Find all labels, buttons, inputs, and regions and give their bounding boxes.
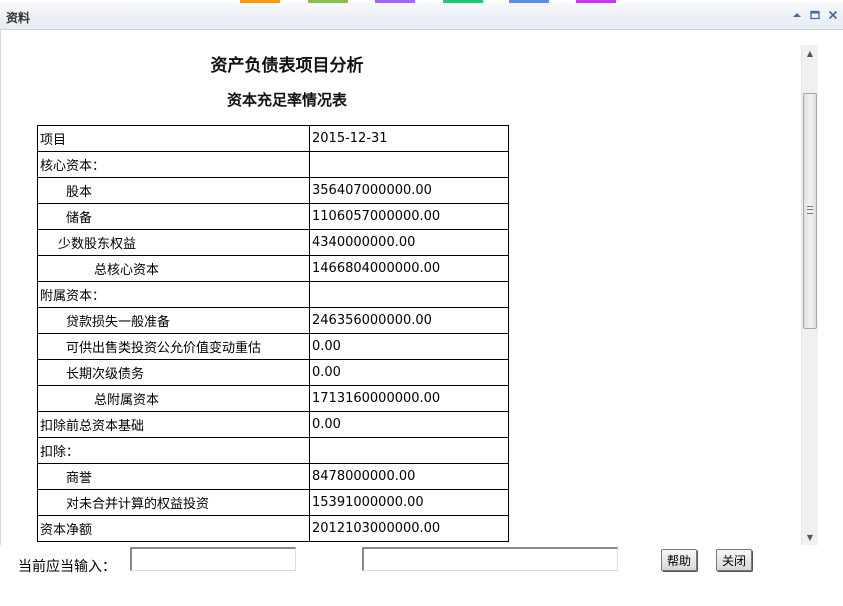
close-button[interactable]: 关闭 [716, 549, 752, 571]
panel-tools [791, 9, 839, 21]
row-label: 对未合并计算的权益投资 [37, 489, 310, 516]
row-value: 15391000000.00 [309, 489, 509, 516]
input-bar: 当前应当输入： 帮助 关闭 [0, 545, 843, 606]
row-label: 项目 [37, 125, 310, 152]
row-label: 可供出售类投资公允价值变动重估 [37, 333, 310, 360]
panel-header: 资料 [0, 3, 843, 30]
row-value: 0.00 [309, 359, 509, 386]
table-row: 可供出售类投资公允价值变动重估 0.00 [37, 333, 509, 360]
row-value [309, 437, 509, 464]
table-row: 少数股东权益 4340000000.00 [37, 229, 509, 256]
row-value: 4340000000.00 [309, 229, 509, 256]
maximize-icon[interactable] [809, 9, 821, 21]
row-label: 储备 [37, 203, 310, 230]
scroll-down-icon[interactable]: ▼ [802, 529, 818, 545]
row-label: 核心资本： [37, 151, 310, 178]
table-row: 资本净额 2012103000000.00 [37, 515, 509, 542]
panel-title: 资料 [6, 11, 31, 25]
row-label: 长期次级债务 [37, 359, 310, 386]
table-row: 长期次级债务 0.00 [37, 359, 509, 386]
row-label: 扣除： [37, 437, 310, 464]
table-row: 总附属资本 1713160000000.00 [37, 385, 509, 412]
minimize-icon[interactable] [791, 9, 803, 21]
row-label: 贷款损失一般准备 [37, 307, 310, 334]
table-row: 总核心资本 1466804000000.00 [37, 255, 509, 282]
row-label: 商誉 [37, 463, 310, 490]
row-value: 2012103000000.00 [309, 515, 509, 542]
row-value: 1713160000000.00 [309, 385, 509, 412]
report-title: 资产负债表项目分析 [210, 56, 364, 76]
table-row: 附属资本： [37, 281, 509, 308]
table-row: 贷款损失一般准备 246356000000.00 [37, 307, 509, 334]
table-row: 股本 356407000000.00 [37, 177, 509, 204]
table-row: 扣除： [37, 437, 509, 464]
close-icon[interactable] [827, 9, 839, 21]
content-viewport[interactable]: 资产负债表项目分析 资本充足率情况表 项目 2015-12-31 核心资本： 股本 35… [0, 30, 843, 545]
input-label: 当前应当输入： [18, 559, 116, 575]
report-subtitle: 资本充足率情况表 [226, 91, 347, 109]
row-label: 资本净额 [37, 515, 310, 542]
row-value: 356407000000.00 [309, 177, 509, 204]
row-value: 1106057000000.00 [309, 203, 509, 230]
row-label: 少数股东权益 [37, 229, 310, 256]
row-value: 0.00 [309, 411, 509, 438]
row-value: 2015-12-31 [309, 125, 509, 152]
row-value: 1466804000000.00 [309, 255, 509, 282]
row-value: 0.00 [309, 333, 509, 360]
scroll-up-icon[interactable]: ▲ [802, 45, 818, 61]
table-row: 项目 2015-12-31 [37, 125, 509, 152]
capital-adequacy-table: 项目 2015-12-31 核心资本： 股本 356407000000.00 储备 1106… [37, 125, 509, 542]
row-value: 8478000000.00 [309, 463, 509, 490]
row-value [309, 151, 509, 178]
row-label: 扣除前总资本基础 [37, 411, 310, 438]
row-value [309, 281, 509, 308]
table-row: 储备 1106057000000.00 [37, 203, 509, 230]
row-label: 股本 [37, 177, 310, 204]
answer-input-2[interactable] [362, 547, 618, 571]
row-label: 总附属资本 [37, 385, 310, 412]
row-label: 总核心资本 [37, 255, 310, 282]
table-row: 扣除前总资本基础 0.00 [37, 411, 509, 438]
help-button[interactable]: 帮助 [661, 549, 697, 571]
row-label: 附属资本： [37, 281, 310, 308]
vertical-scrollbar[interactable]: ▲ ▼ [801, 45, 818, 545]
table-row: 商誉 8478000000.00 [37, 463, 509, 490]
scroll-thumb[interactable] [803, 93, 817, 329]
row-value: 246356000000.00 [309, 307, 509, 334]
answer-input-1[interactable] [130, 547, 296, 571]
table-row: 核心资本： [37, 151, 509, 178]
table-row: 对未合并计算的权益投资 15391000000.00 [37, 489, 509, 516]
